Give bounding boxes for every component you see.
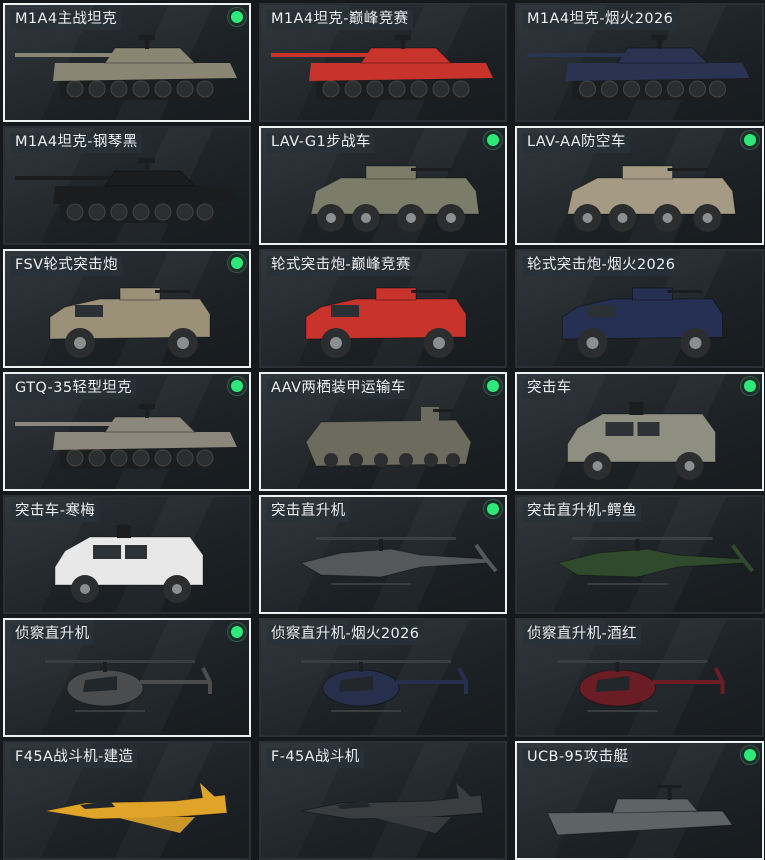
- assault-vehicle-icon: [517, 392, 762, 489]
- vehicle-name: 突击直升机: [267, 502, 350, 522]
- owned-indicator-icon: [744, 380, 756, 392]
- jet-fighter-icon: [5, 761, 249, 858]
- vehicle-name: 轮式突击炮-烟火2026: [523, 256, 680, 276]
- vehicle-card[interactable]: F45A战斗机-建造: [3, 741, 251, 860]
- owned-indicator-icon: [487, 380, 499, 392]
- ifv-icon: [261, 146, 505, 243]
- vehicle-card[interactable]: M1A4主战坦克: [3, 3, 251, 122]
- tank-icon: [5, 23, 249, 120]
- vehicle-name: 突击车: [523, 379, 576, 399]
- vehicle-name: M1A4坦克-烟火2026: [523, 10, 678, 30]
- vehicle-card[interactable]: UCB-95攻击艇: [515, 741, 764, 860]
- jet-fighter-icon: [261, 761, 505, 858]
- vehicle-card[interactable]: LAV-AA防空车: [515, 126, 764, 245]
- tank-icon: [261, 23, 505, 120]
- vehicle-card[interactable]: M1A4坦克-钢琴黑: [3, 126, 251, 245]
- vehicle-card[interactable]: 突击直升机-鳄鱼: [515, 495, 764, 614]
- attack-boat-icon: [517, 761, 762, 858]
- vehicle-card[interactable]: 侦察直升机-酒红: [515, 618, 764, 737]
- vehicle-card[interactable]: M1A4坦克-烟火2026: [515, 3, 764, 122]
- owned-indicator-icon: [744, 134, 756, 146]
- vehicle-card[interactable]: LAV-G1步战车: [259, 126, 507, 245]
- vehicle-name: 侦察直升机-烟火2026: [267, 625, 424, 645]
- wheeled-gun-icon: [517, 269, 762, 366]
- vehicle-name: 突击直升机-鳄鱼: [523, 502, 641, 522]
- owned-indicator-icon: [487, 503, 499, 515]
- owned-indicator-icon: [744, 749, 756, 761]
- vehicle-card[interactable]: 轮式突击炮-巅峰竞赛: [259, 249, 507, 368]
- vehicle-name: AAV两栖装甲运输车: [267, 379, 410, 399]
- vehicle-name: LAV-AA防空车: [523, 133, 630, 153]
- vehicle-card[interactable]: 突击车: [515, 372, 764, 491]
- vehicle-name: M1A4坦克-巅峰竞赛: [267, 10, 413, 30]
- tank-icon: [5, 146, 249, 243]
- vehicle-card[interactable]: 突击直升机: [259, 495, 507, 614]
- vehicle-card[interactable]: 轮式突击炮-烟火2026: [515, 249, 764, 368]
- vehicle-name: M1A4坦克-钢琴黑: [11, 133, 142, 153]
- vehicle-card[interactable]: M1A4坦克-巅峰竞赛: [259, 3, 507, 122]
- light-tank-icon: [5, 392, 249, 489]
- vehicle-name: UCB-95攻击艇: [523, 748, 633, 768]
- vehicle-name: LAV-G1步战车: [267, 133, 375, 153]
- owned-indicator-icon: [231, 626, 243, 638]
- aa-vehicle-icon: [517, 146, 762, 243]
- wheeled-gun-icon: [261, 269, 505, 366]
- attack-helicopter-icon: [517, 515, 762, 612]
- vehicle-name: 突击车-寒梅: [11, 502, 100, 522]
- attack-helicopter-icon: [261, 515, 505, 612]
- scout-helicopter-icon: [261, 638, 505, 735]
- vehicle-name: F45A战斗机-建造: [11, 748, 138, 768]
- vehicle-card[interactable]: GTQ-35轻型坦克: [3, 372, 251, 491]
- vehicle-name: GTQ-35轻型坦克: [11, 379, 137, 399]
- owned-indicator-icon: [231, 257, 243, 269]
- assault-vehicle-icon: [5, 515, 249, 612]
- vehicle-card[interactable]: 侦察直升机-烟火2026: [259, 618, 507, 737]
- vehicle-name: 侦察直升机-酒红: [523, 625, 641, 645]
- vehicle-card[interactable]: F-45A战斗机: [259, 741, 507, 860]
- owned-indicator-icon: [231, 380, 243, 392]
- vehicle-name: 轮式突击炮-巅峰竞赛: [267, 256, 415, 276]
- scout-helicopter-icon: [5, 638, 249, 735]
- vehicle-card[interactable]: AAV两栖装甲运输车: [259, 372, 507, 491]
- tank-icon: [517, 23, 762, 120]
- vehicle-grid: M1A4主战坦克 M1A4坦克-巅峰竞赛 M1A4坦克-烟火2026 M1A4坦…: [0, 0, 765, 860]
- vehicle-name: M1A4主战坦克: [11, 10, 122, 30]
- wheeled-gun-icon: [5, 269, 249, 366]
- owned-indicator-icon: [487, 134, 499, 146]
- vehicle-card[interactable]: FSV轮式突击炮: [3, 249, 251, 368]
- scout-helicopter-icon: [517, 638, 762, 735]
- vehicle-name: 侦察直升机: [11, 625, 94, 645]
- vehicle-card[interactable]: 突击车-寒梅: [3, 495, 251, 614]
- vehicle-card[interactable]: 侦察直升机: [3, 618, 251, 737]
- vehicle-name: FSV轮式突击炮: [11, 256, 122, 276]
- vehicle-name: F-45A战斗机: [267, 748, 364, 768]
- owned-indicator-icon: [231, 11, 243, 23]
- amphibious-vehicle-icon: [261, 392, 505, 489]
